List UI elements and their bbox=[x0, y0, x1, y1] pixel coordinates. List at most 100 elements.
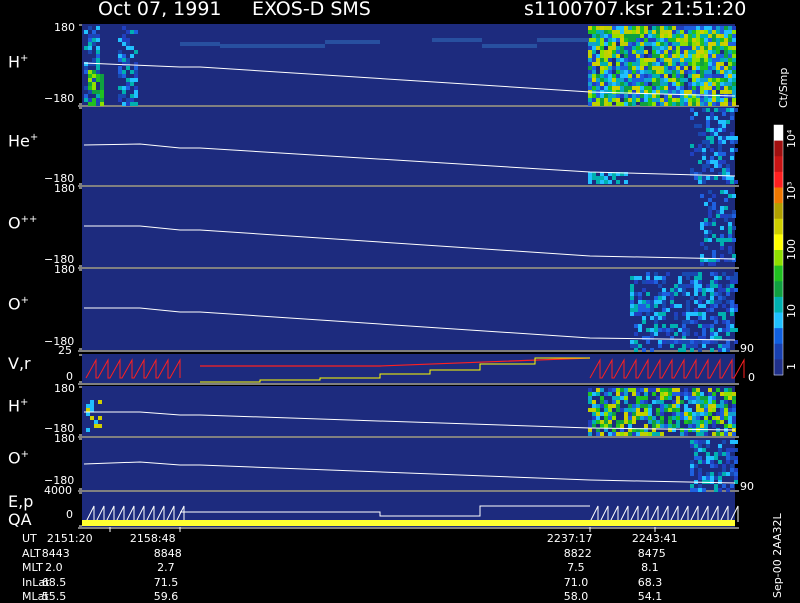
h-plus-2-late-cell bbox=[620, 420, 624, 424]
h-plus-late-block-cell bbox=[616, 74, 620, 78]
h-plus-2-late-cell bbox=[728, 420, 732, 424]
h-plus-late-block-cell bbox=[676, 82, 680, 86]
h-plus-2-late-cell bbox=[636, 404, 640, 408]
h-plus-burst-b-cell bbox=[134, 78, 138, 82]
h-plus-late-block-cell bbox=[672, 62, 676, 66]
h-plus-late-block-cell bbox=[656, 82, 660, 86]
h-plus-burst-a-cell bbox=[88, 50, 92, 54]
o-plus-late-cell bbox=[674, 292, 678, 296]
sms-spectrogram: Oct 07, 1991 EXOS-D SMS s1100707.ksr 21:… bbox=[0, 0, 800, 602]
h-plus-late-block-cell bbox=[648, 86, 652, 90]
h-plus-2-late-cell bbox=[596, 420, 600, 424]
h-plus-late-block-cell bbox=[624, 26, 628, 30]
o-plus-late-cell bbox=[670, 296, 674, 300]
h-plus-late-block-cell bbox=[596, 98, 600, 102]
h-plus-late-block-cell bbox=[732, 66, 736, 70]
o-plus-late-cell bbox=[642, 304, 646, 308]
h-plus-burst-c-cell bbox=[100, 78, 104, 82]
o-plus-2-late-cell bbox=[734, 476, 738, 480]
he-plus-late-cell bbox=[702, 180, 706, 184]
he-plus-late-cell bbox=[726, 164, 730, 168]
h-plus-late-block-cell bbox=[676, 26, 680, 30]
o-plus-late-cell bbox=[634, 280, 638, 284]
o-plus-late-cell bbox=[686, 308, 690, 312]
h-plus-late-block-cell bbox=[632, 86, 636, 90]
h-plus-late-block-cell bbox=[724, 70, 728, 74]
h-plus-2-late-cell bbox=[640, 416, 644, 420]
o-plus-late-cell bbox=[654, 324, 658, 328]
h-plus-late-block-cell bbox=[592, 82, 596, 86]
h-plus-late-block-cell bbox=[668, 90, 672, 94]
h-plus-burst-b-cell bbox=[122, 62, 126, 66]
o-plus-late-cell bbox=[734, 276, 738, 280]
h-plus-late-block-cell bbox=[656, 50, 660, 54]
h-plus-burst-b-cell bbox=[126, 38, 130, 42]
h-plus-2-late-cell bbox=[588, 428, 592, 432]
h-plus-late-block-cell bbox=[624, 42, 628, 46]
o-plus-late-cell bbox=[710, 328, 714, 332]
h-plus-late-block-cell bbox=[692, 58, 696, 62]
h-plus-2-late-cell bbox=[712, 424, 716, 428]
h-plus-burst-b-cell bbox=[130, 70, 134, 74]
h-plus-late-block-cell bbox=[588, 26, 592, 30]
he-plus-floor-cell bbox=[616, 180, 620, 184]
h-plus-late-block-cell bbox=[668, 78, 672, 82]
footer-row-label: UT bbox=[22, 532, 37, 545]
h-plus-2-late-cell bbox=[696, 432, 700, 436]
h-plus-late-block-cell bbox=[720, 66, 724, 70]
o-plus-late-cell bbox=[682, 348, 686, 352]
o-plus-late-cell bbox=[654, 320, 658, 324]
h-plus-burst-a-cell bbox=[96, 34, 100, 38]
h-plus-2-late-cell bbox=[696, 404, 700, 408]
h-plus-late-block-cell bbox=[612, 34, 616, 38]
o-plusplus-late-cell bbox=[712, 222, 716, 226]
h-plus-burst-a-cell bbox=[96, 38, 100, 42]
o-plus-late-cell bbox=[706, 284, 710, 288]
h-plus-2-late-cell bbox=[732, 420, 736, 424]
h-plus-burst-a-cell bbox=[84, 66, 88, 70]
o-plus-late-cell bbox=[690, 272, 694, 276]
h-plus-2-late-cell bbox=[596, 392, 600, 396]
h-plus-late-block-cell bbox=[664, 90, 668, 94]
h-plus-late-block-cell bbox=[640, 42, 644, 46]
he-plus-late-cell bbox=[694, 148, 698, 152]
o-plus-late-cell bbox=[666, 340, 670, 344]
o-plus-late-cell bbox=[734, 280, 738, 284]
h-plus-burst-b-cell bbox=[118, 94, 122, 98]
h-plus-burst-a-cell bbox=[88, 38, 92, 42]
o-plus-late-cell bbox=[706, 324, 710, 328]
h-plus-late-block-cell bbox=[640, 70, 644, 74]
h-plus-late-block-cell bbox=[684, 66, 688, 70]
h-plus-late-block-cell bbox=[612, 78, 616, 82]
h-plus-late-block-cell bbox=[660, 66, 664, 70]
h-plus-2-late-cell bbox=[728, 412, 732, 416]
o-plusplus-late-cell bbox=[728, 226, 732, 230]
o-plus-late-cell bbox=[698, 288, 702, 292]
h-plus-late-block-cell bbox=[596, 26, 600, 30]
h-plus-late-block-cell bbox=[640, 82, 644, 86]
he-plus-late-cell bbox=[718, 156, 722, 160]
h-plus-late-block-cell bbox=[692, 46, 696, 50]
h-plus-burst-a-cell bbox=[96, 46, 100, 50]
h-plus-late-block-cell bbox=[680, 66, 684, 70]
h-plus-2-late-cell bbox=[664, 408, 668, 412]
h-plus-late-block-cell bbox=[688, 90, 692, 94]
tick-h-bottom: −180 bbox=[44, 92, 75, 105]
o-plus-late-cell bbox=[690, 312, 694, 316]
h-plus-2-late-cell bbox=[632, 392, 636, 396]
h-plus-late-block-cell bbox=[608, 42, 612, 46]
h-plus-late-block-cell bbox=[672, 98, 676, 102]
o-plusplus-late-cell bbox=[704, 238, 708, 242]
h-plus-2-late-cell bbox=[604, 404, 608, 408]
h-plus-late-block-cell bbox=[624, 86, 628, 90]
h-plus-2-late-cell bbox=[668, 396, 672, 400]
o-plus-late-cell bbox=[722, 316, 726, 320]
h-plus-burst-b-cell bbox=[134, 94, 138, 98]
h-plus-late-block-cell bbox=[620, 66, 624, 70]
h-plus-late-block-cell bbox=[692, 30, 696, 34]
h-plus-late-block-cell bbox=[728, 58, 732, 62]
h-plus-2-late-cell bbox=[692, 428, 696, 432]
h-plus-late-block-cell bbox=[728, 78, 732, 82]
h-plus-bar-1 bbox=[180, 42, 220, 46]
o-plus-late-cell bbox=[686, 312, 690, 316]
